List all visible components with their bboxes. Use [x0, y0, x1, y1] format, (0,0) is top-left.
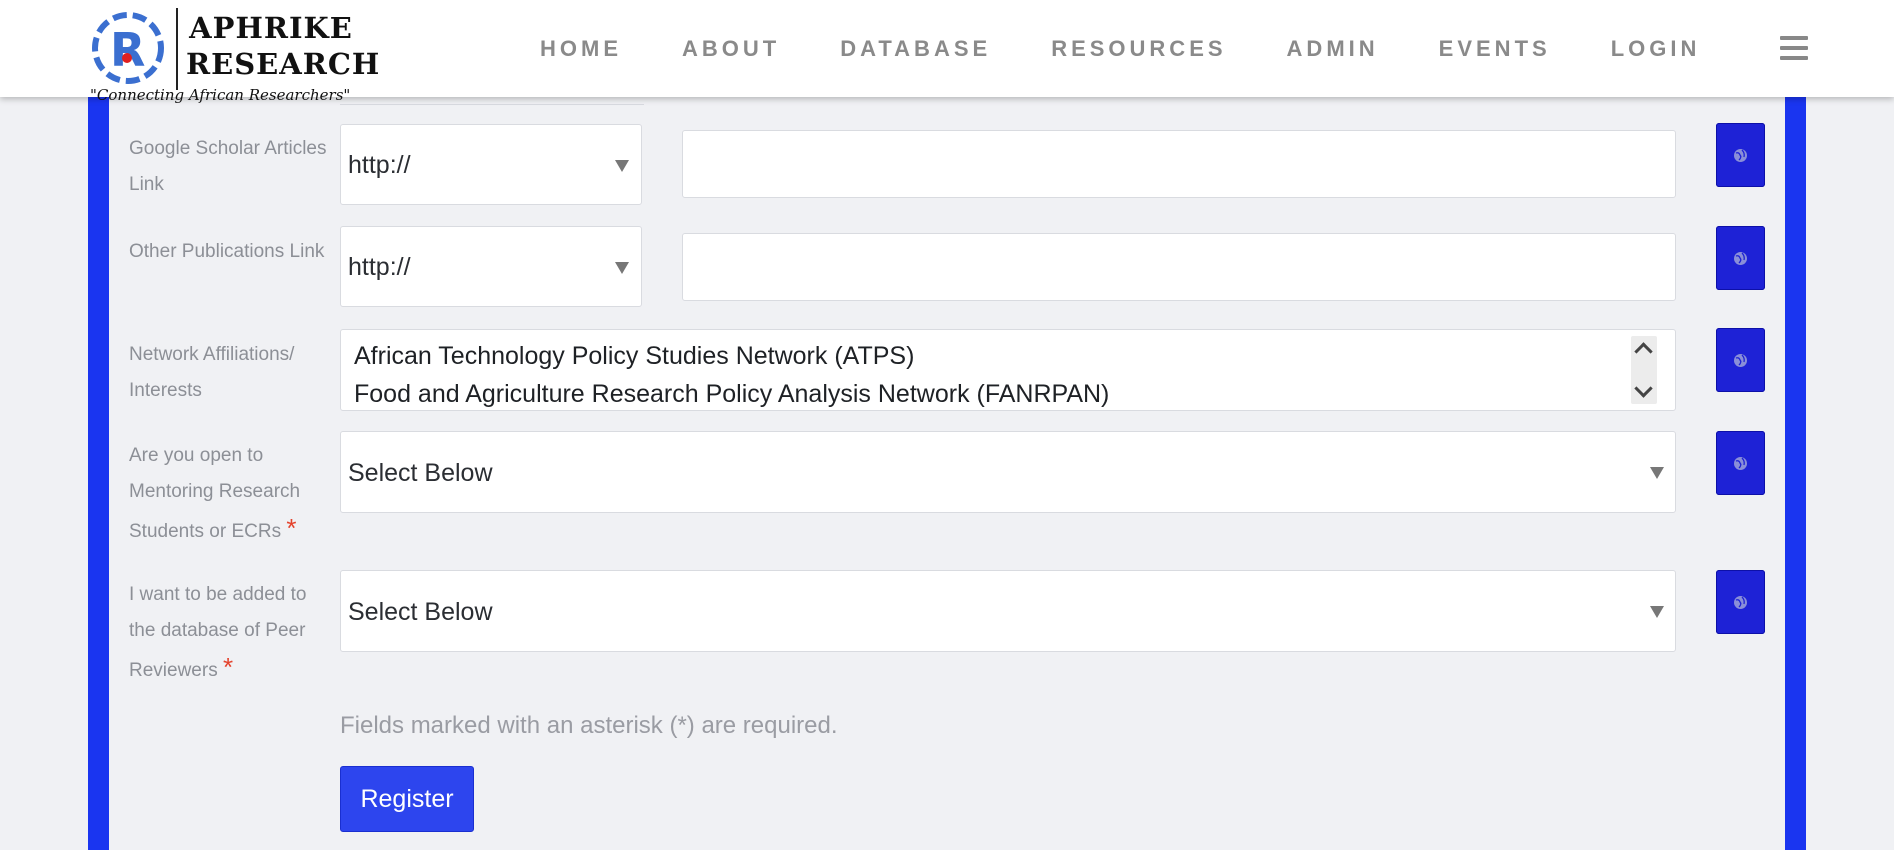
nav-admin[interactable]: ADMIN — [1287, 36, 1379, 62]
nav-about[interactable]: ABOUT — [682, 36, 780, 62]
peer-reviewers-visibility-button[interactable] — [1716, 570, 1765, 634]
google-scholar-protocol-select[interactable]: http:// — [340, 124, 642, 205]
mentoring-selected-value: Select Below — [348, 459, 493, 487]
scroll-down-icon[interactable] — [1634, 379, 1653, 398]
listbox-scrollbar[interactable] — [1631, 336, 1657, 404]
peer-reviewers-selected-value: Select Below — [348, 598, 493, 626]
partial-field-above — [340, 100, 644, 105]
logo-title-line1: APHRIKE — [189, 11, 353, 45]
globe-icon — [1734, 596, 1747, 609]
required-asterisk: * — [222, 652, 234, 682]
hamburger-icon[interactable] — [1780, 36, 1808, 62]
logo-title: APHRIKE RESEARCH — [186, 10, 381, 82]
network-option[interactable]: African Technology Policy Studies Networ… — [354, 342, 914, 371]
other-publications-protocol-select[interactable]: http:// — [340, 226, 642, 307]
google-scholar-label: Google Scholar Articles Link — [129, 138, 327, 195]
page-frame-left — [88, 0, 109, 850]
required-fields-note: Fields marked with an asterisk (*) are r… — [340, 712, 838, 739]
site-header: R APHRIKE RESEARCH "Connecting African R… — [0, 0, 1894, 104]
site-logo[interactable]: R APHRIKE RESEARCH "Connecting African R… — [90, 6, 381, 110]
chevron-down-icon — [615, 262, 629, 274]
nav-login[interactable]: LOGIN — [1611, 36, 1701, 62]
other-publications-protocol-value: http:// — [348, 253, 411, 281]
peer-reviewers-label-text: I want to be added to the database of Pe… — [129, 584, 307, 681]
google-scholar-visibility-button[interactable] — [1716, 123, 1765, 187]
logo-title-line2: RESEARCH — [186, 47, 381, 81]
logo-divider — [176, 8, 178, 90]
nav-resources[interactable]: RESOURCES — [1051, 36, 1226, 62]
chevron-down-icon — [1650, 606, 1664, 618]
chevron-down-icon — [615, 160, 629, 172]
peer-reviewers-label: I want to be added to the database of Pe… — [129, 577, 329, 689]
svg-text:R: R — [110, 23, 145, 77]
chevron-down-icon — [1650, 467, 1664, 479]
other-publications-label: Other Publications Link — [129, 241, 325, 262]
scroll-up-icon[interactable] — [1634, 342, 1653, 361]
page-frame-right — [1785, 0, 1806, 850]
nav-events[interactable]: EVENTS — [1439, 36, 1551, 62]
other-publications-visibility-button[interactable] — [1716, 226, 1765, 290]
mentoring-label: Are you open to Mentoring Research Stude… — [129, 438, 329, 550]
other-publications-link-input[interactable] — [682, 233, 1676, 301]
globe-icon — [1734, 149, 1747, 162]
nav-database[interactable]: DATABASE — [840, 36, 991, 62]
globe-icon — [1734, 354, 1747, 367]
mentoring-visibility-button[interactable] — [1716, 431, 1765, 495]
google-scholar-link-input[interactable] — [682, 130, 1676, 198]
peer-reviewers-select[interactable]: Select Below — [340, 570, 1676, 652]
logo-tagline: "Connecting African Researchers" — [90, 86, 351, 104]
register-button[interactable]: Register — [340, 766, 474, 832]
main-nav: HOME ABOUT DATABASE RESOURCES ADMIN EVEN… — [540, 0, 1700, 97]
mentoring-select[interactable]: Select Below — [340, 431, 1676, 513]
required-asterisk: * — [286, 513, 297, 543]
logo-mark-icon: R — [92, 12, 164, 84]
globe-icon — [1734, 252, 1747, 265]
google-scholar-protocol-value: http:// — [348, 151, 411, 179]
mentoring-label-text: Are you open to Mentoring Research Stude… — [129, 445, 301, 542]
nav-home[interactable]: HOME — [540, 36, 622, 62]
network-affiliations-label: Network Affiliations/ Interests — [129, 344, 295, 401]
network-option[interactable]: Food and Agriculture Research Policy Ana… — [354, 380, 1109, 409]
globe-icon — [1734, 457, 1747, 470]
network-affiliations-listbox[interactable]: African Technology Policy Studies Networ… — [340, 329, 1676, 411]
network-visibility-button[interactable] — [1716, 328, 1765, 392]
